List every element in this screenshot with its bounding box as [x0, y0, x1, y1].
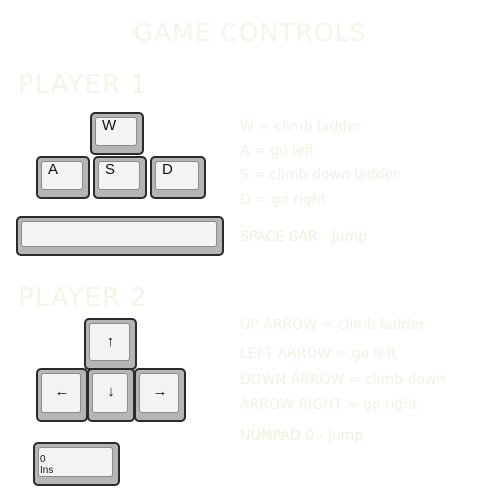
player-2-control-up: UP ARROW = climb ladder: [240, 317, 425, 333]
space-bar-key-cap: [21, 221, 217, 247]
page-title: GAME CONTROLS: [133, 18, 367, 47]
left-arrow-icon: ←: [54, 383, 70, 400]
numpad-0-key: 0 Ins: [33, 442, 120, 486]
player-1-control-w: W = climb ladder: [240, 119, 362, 135]
player-1-heading: PLAYER 1: [18, 70, 148, 100]
space-bar-key: [16, 216, 224, 256]
d-key-label: D: [162, 161, 173, 178]
player-2-control-left: LEFT ARROW = go left: [240, 346, 397, 362]
player-2-heading: PLAYER 2: [18, 283, 148, 313]
player-1-control-s: S = climb down ladder: [240, 167, 399, 183]
up-arrow-key: ↑: [84, 318, 137, 370]
down-arrow-icon: ↓: [107, 383, 115, 400]
a-key-label: A: [48, 161, 59, 178]
up-arrow-icon: ↑: [106, 333, 115, 350]
w-key-label: W: [102, 117, 117, 134]
s-key-label: S: [105, 161, 116, 178]
player-2-control-right: ARROW RIGHT = go right: [240, 397, 418, 413]
down-arrow-key: ↓: [87, 368, 135, 422]
left-arrow-key: ←: [36, 368, 88, 422]
player-1-control-space: SPACE BAR - jump: [240, 229, 367, 245]
right-arrow-icon: →: [152, 383, 168, 400]
player-2-control-down: DOWN ARROW = climb down: [240, 372, 446, 388]
d-key: D: [150, 156, 206, 199]
numpad-0-ins-label: Ins: [40, 465, 54, 476]
w-key: W: [90, 112, 144, 155]
player-1-control-d: D = go right: [240, 192, 327, 208]
right-arrow-key: →: [134, 368, 186, 422]
s-key: S: [93, 156, 147, 199]
a-key: A: [36, 156, 90, 199]
player-1-control-a: A = go left: [240, 143, 315, 159]
player-2-control-numpad-0: NUMPAD 0 - jump: [240, 428, 364, 444]
